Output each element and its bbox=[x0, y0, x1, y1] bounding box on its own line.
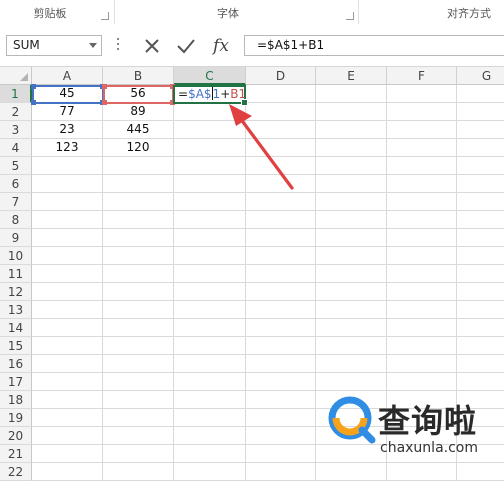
watermark-title: 查询啦 bbox=[378, 402, 478, 440]
watermark-domain: chaxunla.com bbox=[380, 440, 478, 456]
magnifier-logo-icon bbox=[328, 396, 376, 444]
watermark: 查询啦 chaxunla.com bbox=[326, 396, 498, 466]
